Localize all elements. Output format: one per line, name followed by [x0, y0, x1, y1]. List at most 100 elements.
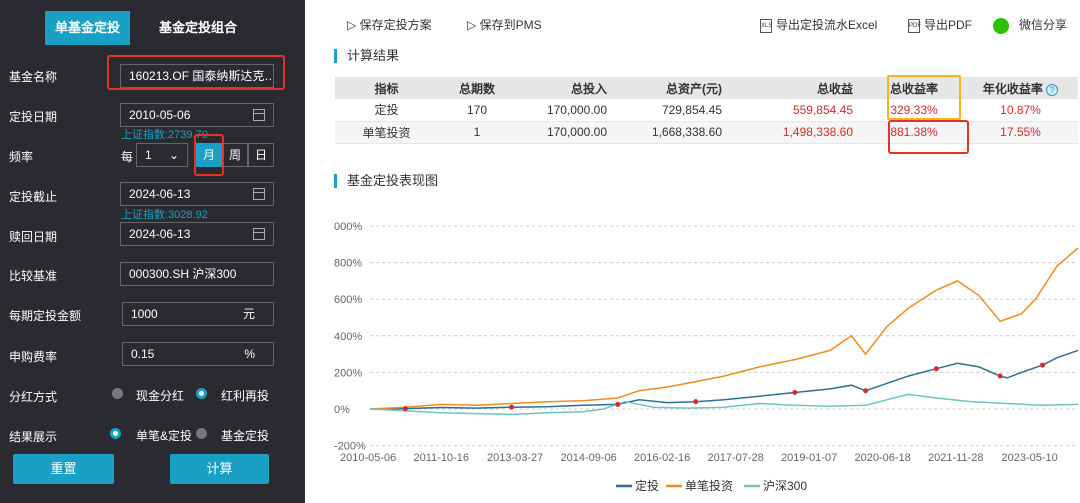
table-cell: 729,854.45 — [619, 99, 734, 122]
legend-label: 单笔投资 — [685, 478, 733, 493]
export-pdf-label: 导出PDF — [924, 18, 973, 32]
tab-fund-portfolio[interactable]: 基金定投组合 — [148, 11, 248, 45]
export-pdf-button[interactable]: PDF 导出PDF — [908, 16, 972, 33]
header-indicator: 指标 — [335, 77, 438, 99]
y-tick-label: 400% — [334, 331, 362, 343]
calendar-icon[interactable] — [253, 228, 265, 240]
y-tick-label: -200% — [334, 441, 366, 453]
amount-value: 1000 — [131, 307, 158, 321]
frequency-day-button[interactable]: 日 — [248, 143, 274, 167]
save-plan-button[interactable]: ▷ 保存定投方案 — [347, 16, 432, 33]
table-cell: 定投 — [335, 99, 438, 122]
redeem-date-input[interactable]: 2024-06-13 — [120, 222, 274, 246]
start-date-input[interactable]: 2010-05-06 — [120, 103, 274, 127]
x-tick-label: 2013-03-27 — [487, 452, 543, 464]
settings-panel: 单基金定投 基金定投组合 基金名称 160213.OF 国泰纳斯达克… 定投日期… — [0, 0, 305, 503]
series-line-lump — [369, 247, 1079, 410]
table-cell: 170,000.00 — [516, 121, 619, 144]
dividend-cash-label: 现金分红 — [136, 389, 185, 403]
display-single-dca-label: 单笔&定投 — [136, 429, 193, 443]
reset-button[interactable]: 重置 — [13, 454, 114, 484]
y-tick-label: 0% — [334, 404, 350, 416]
end-date-value: 2024-06-13 — [129, 187, 191, 201]
series-line-hs300 — [369, 393, 1079, 416]
x-tick-label: 2019-01-07 — [781, 452, 837, 464]
frequency-prefix: 每 — [121, 150, 134, 164]
display-single-dca-radio[interactable] — [110, 428, 121, 439]
excel-icon: XLS — [760, 18, 772, 33]
data-point — [863, 388, 869, 394]
start-date-value: 2010-05-06 — [129, 108, 191, 122]
redeem-date-value: 2024-06-13 — [129, 227, 191, 241]
data-point — [509, 404, 515, 410]
frequency-count-select[interactable]: 1 ⌄ — [136, 143, 188, 167]
calculate-button[interactable]: 计算 — [170, 454, 269, 484]
help-icon[interactable]: ? — [1046, 83, 1059, 96]
highlight-box — [888, 120, 969, 154]
performance-chart: 000% 800% 600% 400% 200% 0% -200%2010-05-06 201… — [334, 221, 1079, 493]
export-excel-button[interactable]: XLS 导出定投流水Excel — [760, 16, 877, 33]
amount-unit: 元 — [242, 307, 255, 321]
table-cell: 559,854.45 — [734, 99, 865, 122]
save-pms-button[interactable]: ▷ 保存到PMS — [467, 16, 542, 33]
table-cell: 1 — [438, 121, 516, 144]
table-cell: 10.87% — [963, 99, 1078, 122]
fee-label: 申购费率 — [9, 350, 58, 364]
fund-name-label: 基金名称 — [9, 70, 58, 84]
header-total-input: 总投入 — [516, 77, 619, 99]
y-tick-label: 200% — [334, 367, 362, 379]
dividend-reinvest-label: 红利再投 — [221, 389, 270, 403]
data-point — [693, 399, 699, 405]
header-total-assets: 总资产(元) — [619, 77, 734, 99]
data-point — [792, 390, 798, 396]
data-point — [1040, 362, 1046, 368]
fee-unit: % — [244, 347, 255, 361]
header-total-return: 总收益 — [734, 77, 865, 99]
benchmark-label: 比较基准 — [9, 269, 58, 283]
amount-input[interactable]: 1000 元 — [122, 302, 274, 326]
table-cell: 单笔投资 — [335, 121, 438, 144]
x-tick-label: 2021-11-28 — [928, 452, 983, 464]
pdf-icon: PDF — [908, 18, 921, 33]
export-excel-label: 导出定投流水Excel — [776, 18, 878, 32]
fee-input[interactable]: 0.15% — [122, 342, 274, 366]
wechat-share-label: 微信分享 — [1019, 18, 1068, 32]
end-index-hint: 上证指数:3028.92 — [121, 209, 208, 221]
save-pms-label: 保存到PMS — [479, 18, 542, 32]
x-tick-label: 2023-05-10 — [1002, 452, 1058, 464]
calendar-icon[interactable] — [253, 109, 265, 121]
highlight-box — [107, 55, 285, 90]
data-point — [615, 401, 621, 407]
series-line-dca — [369, 349, 1079, 410]
data-point — [933, 366, 939, 372]
wechat-share-button[interactable]: 微信分享 — [993, 16, 1067, 34]
legend-label: 定投 — [635, 478, 659, 493]
x-tick-label: 2011-10-16 — [414, 452, 469, 464]
y-tick-label: 800% — [334, 258, 362, 270]
table-header-row: 指标 总期数 总投入 总资产(元) 总收益 总收益率 年化收益率 ? — [335, 77, 1078, 99]
table-cell: 1,668,338.60 — [619, 121, 734, 144]
dividend-cash-radio[interactable] — [112, 388, 123, 399]
dividend-reinvest-radio[interactable] — [196, 388, 207, 399]
end-date-label: 定投截止 — [9, 190, 58, 204]
benchmark-input[interactable]: 000300.SH 沪深300 — [120, 262, 274, 286]
header-periods: 总期数 — [438, 77, 516, 99]
chevron-down-icon: ⌄ — [168, 148, 179, 162]
wechat-icon — [993, 17, 1009, 34]
tab-single-fund[interactable]: 单基金定投 — [45, 11, 130, 45]
x-tick-label: 2014-09-06 — [561, 452, 617, 464]
frequency-week-button[interactable]: 周 — [222, 143, 248, 167]
calendar-icon[interactable] — [253, 188, 265, 200]
data-point — [997, 373, 1003, 379]
data-point — [402, 406, 408, 412]
end-date-input[interactable]: 2024-06-13 — [120, 182, 274, 206]
y-tick-label: 000% — [334, 221, 362, 233]
display-dca-radio[interactable] — [196, 428, 207, 439]
header-annual-return-label: 年化收益率 — [982, 81, 1043, 96]
x-tick-label: 2020-06-18 — [855, 452, 911, 464]
frequency-count: 1 — [145, 148, 152, 162]
redeem-date-label: 赎回日期 — [9, 230, 58, 244]
frequency-label: 频率 — [9, 150, 34, 164]
dividend-label: 分红方式 — [9, 390, 58, 404]
highlight-box — [194, 134, 224, 176]
